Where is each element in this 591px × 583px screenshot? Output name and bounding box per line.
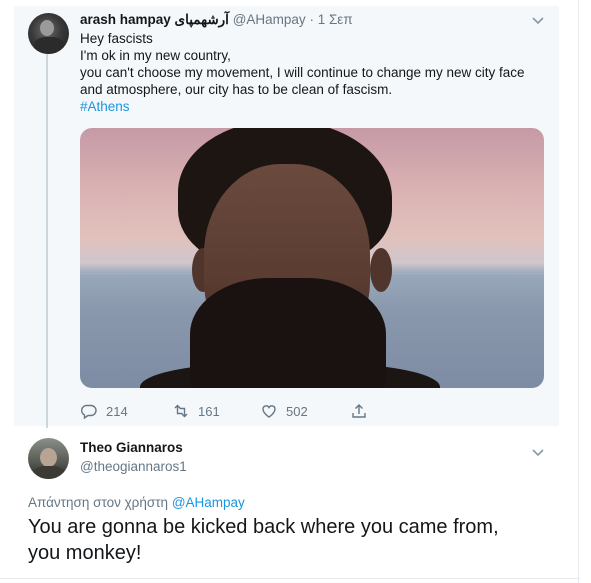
tweet-text-line: I'm ok in my new country,	[80, 48, 231, 63]
tweet-text: Hey fascists I'm ok in my new country, y…	[80, 30, 550, 115]
reply-button[interactable]: 214	[80, 402, 128, 420]
avatar-body	[34, 37, 64, 54]
chevron-down-icon[interactable]	[532, 446, 544, 460]
replying-to-handle[interactable]: @AHampay	[172, 495, 245, 510]
reply-author-handle[interactable]: @theogiannaros1	[80, 459, 187, 474]
chevron-down-icon[interactable]	[532, 14, 544, 28]
author-handle[interactable]: @AHampay	[233, 12, 306, 27]
tweet-text-line: Hey fascists	[80, 31, 153, 46]
avatar[interactable]	[28, 13, 69, 54]
retweet-button[interactable]: 161	[172, 402, 220, 420]
tweet-timestamp[interactable]: 1 Σεπ	[318, 12, 353, 27]
right-border	[578, 0, 579, 583]
hashtag-link[interactable]: #Athens	[80, 98, 550, 115]
retweet-count: 161	[198, 403, 220, 419]
tweet-text-line: and atmosphere, our city has to be clean…	[80, 82, 393, 97]
avatar-body	[32, 466, 66, 479]
reply-count: 214	[106, 403, 128, 419]
separator-dot: ·	[309, 12, 314, 27]
share-button[interactable]	[350, 402, 368, 420]
retweet-icon	[172, 402, 190, 420]
reply-author-name[interactable]: Theo Giannaros	[80, 440, 183, 455]
replying-to-label: Απάντηση στον χρήστη	[28, 495, 169, 510]
photo-ear	[370, 248, 392, 292]
reply-text-line: you monkey!	[28, 542, 142, 564]
photo-beard	[190, 278, 386, 388]
avatar-face	[40, 448, 57, 467]
replying-to: Απάντηση στον χρήστη @AHampay	[28, 495, 245, 510]
thread-connector-line	[46, 53, 48, 428]
tweet-photo[interactable]	[80, 128, 544, 388]
reply-avatar[interactable]	[28, 438, 69, 479]
tweet-text-line: you can't choose my movement, I will con…	[80, 65, 525, 80]
avatar-face	[40, 20, 54, 36]
share-icon	[350, 402, 368, 420]
tweet-header: arash hampay آرشهمپای @AHampay · 1 Σεπ	[80, 12, 353, 28]
like-button[interactable]: 502	[260, 402, 308, 420]
heart-icon	[260, 402, 278, 420]
reply-text-line: You are gonna be kicked back where you c…	[28, 516, 499, 538]
author-name[interactable]: arash hampay آرشهمپای	[80, 12, 229, 27]
reply-icon	[80, 402, 98, 420]
like-count: 502	[286, 403, 308, 419]
reply-text: You are gonna be kicked back where you c…	[28, 514, 568, 566]
bottom-border	[0, 578, 580, 579]
